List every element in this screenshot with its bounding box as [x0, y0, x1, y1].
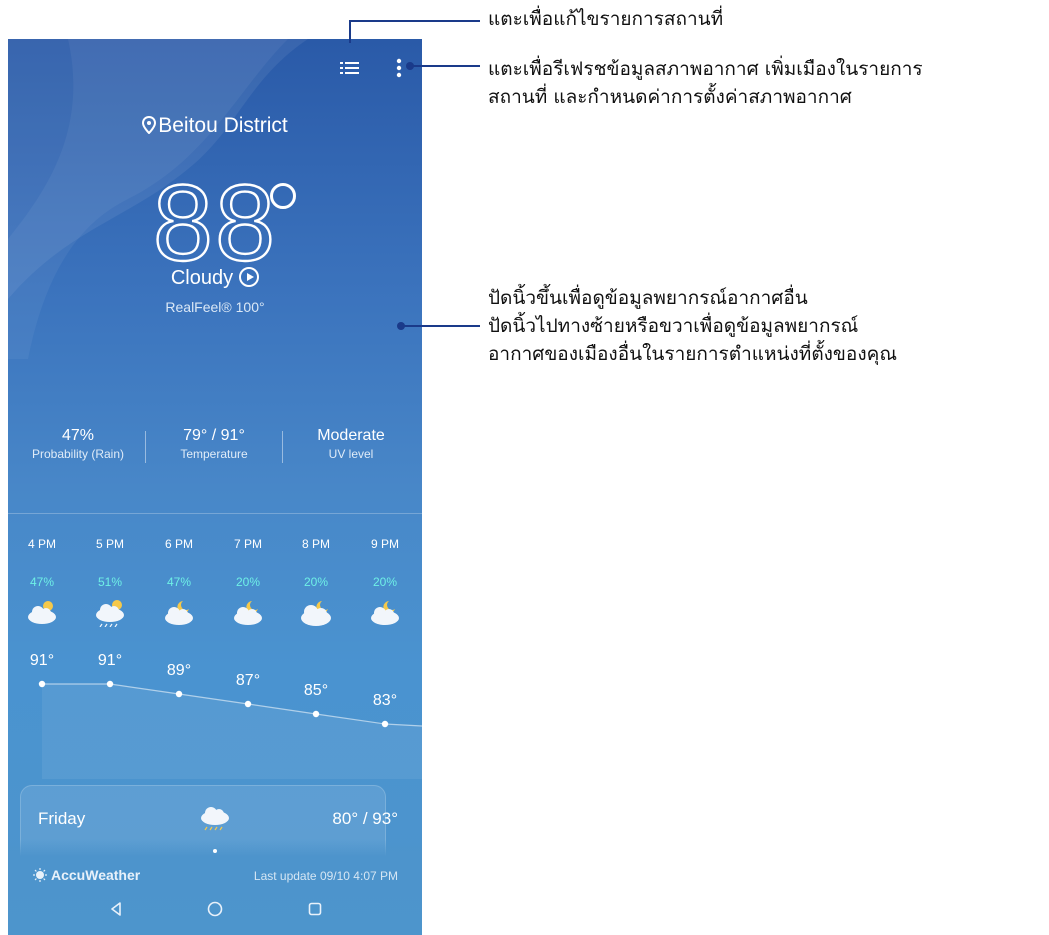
stat-rain-probability: 47% Probability (Rain) — [13, 427, 143, 461]
callout-swipe-text-3: อากาศของเมืองอื่นในรายการตำแหน่งที่ตั้งข… — [488, 343, 897, 365]
hour-rain-prob: 47% — [166, 575, 192, 589]
weather-app-screen[interactable]: Beitou District 88 Cloudy RealFeel® 100°… — [8, 39, 422, 935]
location-pin-icon — [142, 115, 157, 135]
location-name: Beitou District — [158, 114, 288, 137]
hour-rain-prob: 47% — [29, 575, 55, 589]
brand-name: AccuWeather — [51, 867, 141, 883]
stat-value: Moderate — [317, 427, 385, 444]
stat-label: UV level — [328, 447, 374, 461]
callout-swipe-text-1: ปัดนิ้วขึ้นเพื่อดูข้อมูลพยากรณ์อากาศอื่น — [488, 287, 808, 309]
hour-temperature: 89° — [166, 662, 192, 679]
temperature-point — [381, 720, 389, 728]
back-icon[interactable] — [106, 899, 126, 919]
hour-temperature: 85° — [303, 682, 329, 699]
hour-temperature: 91° — [29, 652, 55, 669]
current-temperature: 88 — [8, 167, 422, 277]
list-icon[interactable] — [337, 55, 363, 81]
temperature-point — [312, 710, 320, 718]
temperature-point — [175, 690, 183, 698]
stat-value: 79° / 91° — [183, 427, 245, 444]
hour-temperature: 83° — [372, 692, 398, 709]
temperature-point — [244, 700, 252, 708]
cloud-moon-icon — [165, 601, 193, 625]
cloud-sun-rain-icon — [96, 600, 124, 627]
day-temperature: 80° / 93° — [332, 809, 398, 828]
callout-line-list — [349, 20, 480, 22]
hour-temperature: 91° — [97, 652, 123, 669]
page-indicator — [213, 849, 217, 853]
temperature-point — [38, 680, 46, 688]
realfeel-text: RealFeel® 100° — [165, 299, 265, 315]
last-update-text: Last update 09/10 4:07 PM — [253, 869, 398, 883]
condition-label: Cloudy — [170, 267, 234, 289]
hourly-temperature-graph — [38, 680, 422, 779]
hour-rain-prob: 20% — [303, 575, 329, 589]
stat-uv: Moderate UV level — [286, 427, 416, 461]
hour-rain-prob: 51% — [97, 575, 123, 589]
cloud-moon-icon — [301, 601, 331, 626]
recents-icon[interactable] — [305, 899, 325, 919]
cloud-moon-icon — [234, 601, 262, 625]
divider — [145, 431, 146, 463]
hour-label: 9 PM — [370, 537, 399, 551]
play-icon[interactable] — [239, 267, 260, 287]
callout-line-vertical — [349, 21, 351, 43]
stat-value: 47% — [61, 427, 95, 444]
accuweather-logo[interactable]: AccuWeather — [33, 867, 140, 883]
callout-more-text-2: สถานที่ และกำหนดค่าการตั้งค่าสภาพอากาศ — [488, 86, 852, 108]
hour-rain-prob: 20% — [235, 575, 261, 589]
degree-symbol — [270, 183, 296, 209]
hour-label: 8 PM — [301, 537, 330, 551]
hour-label: 6 PM — [164, 537, 193, 551]
cloud-rain-icon — [201, 807, 229, 831]
divider — [282, 431, 283, 463]
callout-swipe-text-2: ปัดนิ้วไปทางซ้ายหรือขวาเพื่อดูข้อมูลพยาก… — [488, 315, 859, 337]
callout-line-swipe — [401, 325, 480, 327]
hour-label: 5 PM — [95, 537, 124, 551]
home-icon[interactable] — [205, 899, 225, 919]
temperature-point — [106, 680, 114, 688]
hour-temperature: 87° — [235, 672, 261, 689]
hour-label: 7 PM — [233, 537, 262, 551]
location-title: Beitou District — [8, 114, 422, 138]
callout-list-text: แตะเพื่อแก้ไขรายการสถานที่ — [488, 8, 724, 30]
callout-more-text-1: แตะเพื่อรีเฟรชข้อมูลสภาพอากาศ เพิ่มเมือง… — [488, 58, 923, 80]
stat-label: Probability (Rain) — [31, 447, 125, 461]
hour-label: 4 PM — [27, 537, 56, 551]
current-temperature-value: 88 — [152, 162, 278, 283]
hour-rain-prob: 20% — [372, 575, 398, 589]
stat-label: Temperature — [180, 447, 248, 461]
sun-icon — [33, 868, 47, 882]
section-divider — [8, 513, 422, 514]
current-condition[interactable]: Cloudy — [8, 267, 422, 290]
day-name: Friday — [38, 809, 86, 828]
footer-background — [8, 839, 422, 935]
callout-line-more — [410, 65, 480, 67]
cloud-sun-icon — [28, 601, 56, 624]
cloud-moon-icon — [371, 601, 399, 625]
stat-temperature: 79° / 91° Temperature — [149, 427, 279, 461]
